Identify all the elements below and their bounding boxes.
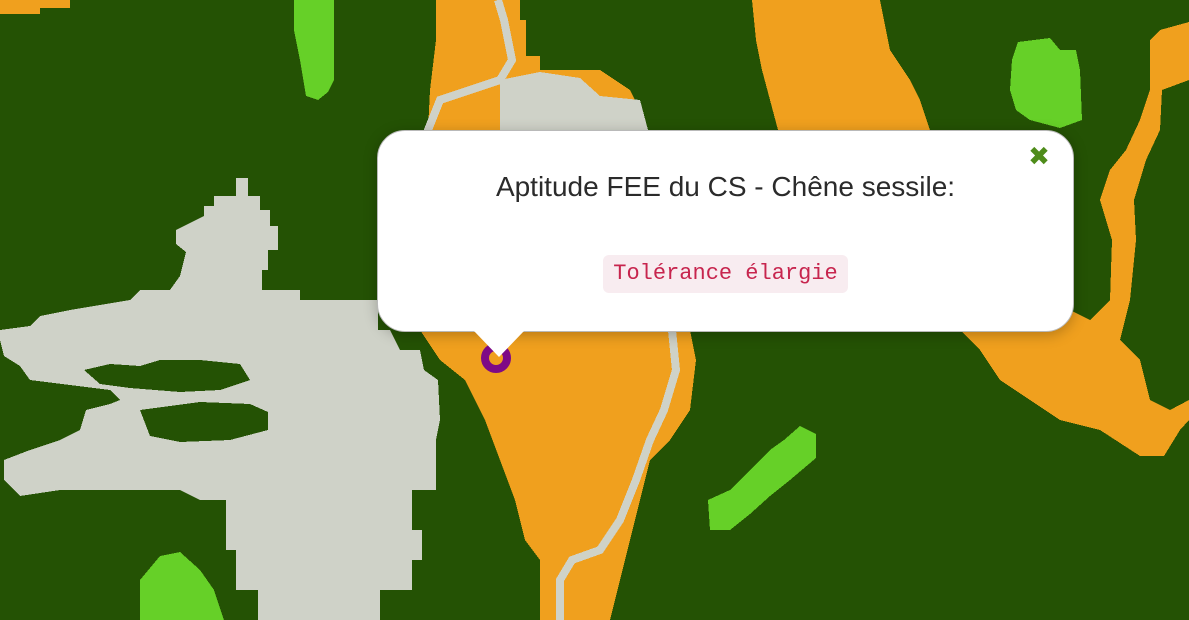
info-popup: ✖ Aptitude FEE du CS - Chêne sessile: To… (377, 130, 1074, 357)
close-x-icon[interactable]: ✖ (1025, 143, 1053, 171)
popup-value: Tolérance élargie (603, 255, 848, 293)
popup-title: Aptitude FEE du CS - Chêne sessile: (495, 171, 956, 202)
popup-tip (474, 331, 524, 357)
popup-value-wrap: Tolérance élargie (378, 255, 1073, 293)
